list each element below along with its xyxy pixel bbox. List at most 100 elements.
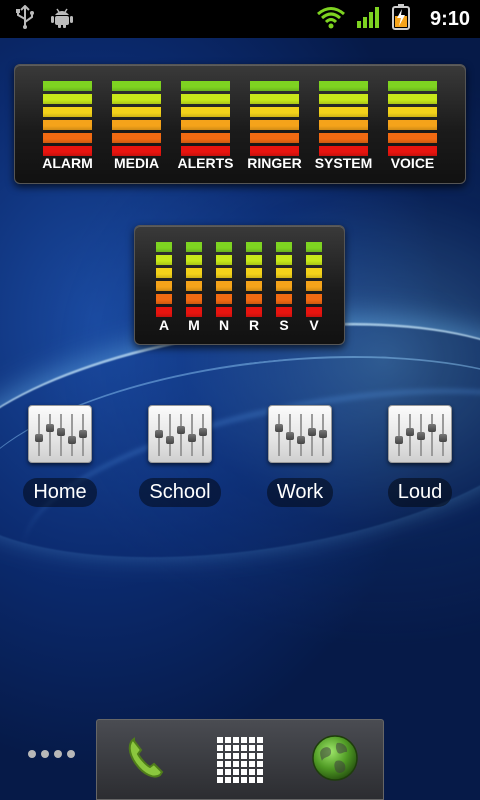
- meter-segment: [388, 94, 437, 104]
- profile-label: Work: [266, 478, 334, 507]
- meter-segment: [276, 307, 292, 317]
- profile-shortcut-work[interactable]: Work: [250, 405, 350, 515]
- meter-label: MEDIA: [113, 155, 160, 171]
- meter-label: RINGER: [247, 155, 302, 171]
- phone-icon[interactable]: [120, 733, 170, 787]
- meter-segment: [250, 120, 299, 130]
- meter-label: SYSTEM: [314, 155, 373, 171]
- meter-segment: [388, 133, 437, 143]
- meter-segment: [43, 107, 92, 117]
- volume-meter[interactable]: [112, 81, 161, 156]
- meter-label: ALARM: [42, 155, 93, 171]
- browser-globe-icon[interactable]: [310, 733, 360, 787]
- meter-segment: [186, 281, 202, 291]
- android-debug-icon: [50, 5, 74, 33]
- volume-meter[interactable]: [246, 242, 262, 317]
- meter-segment: [276, 281, 292, 291]
- meter-segment: [319, 107, 368, 117]
- status-bar: 9:10: [0, 0, 480, 38]
- wifi-icon: [316, 5, 346, 33]
- meter-segment: [276, 255, 292, 265]
- volume-widget-large[interactable]: ALARM MEDIA ALERTS RINGER SYSTEM VOICE: [14, 64, 466, 184]
- meter-segment: [216, 242, 232, 252]
- volume-meter[interactable]: [388, 81, 437, 156]
- mixer-icon[interactable]: [148, 405, 212, 463]
- volume-meter[interactable]: [156, 242, 172, 317]
- volume-meter[interactable]: [216, 242, 232, 317]
- status-time: 9:10: [429, 7, 470, 30]
- meter-segment: [319, 81, 368, 91]
- usb-icon: [14, 4, 36, 33]
- meter-segment: [306, 242, 322, 252]
- meter-segment: [388, 107, 437, 117]
- meter-segment: [216, 255, 232, 265]
- meter-segment: [250, 107, 299, 117]
- meter-segment: [112, 133, 161, 143]
- profile-label: Home: [23, 478, 97, 507]
- meter-segment: [306, 255, 322, 265]
- meter-segment: [112, 120, 161, 130]
- meter-segment: [112, 107, 161, 117]
- volume-meter[interactable]: [43, 81, 92, 156]
- volume-meter[interactable]: [181, 81, 230, 156]
- meter-segment: [246, 268, 262, 278]
- meter-segment: [319, 133, 368, 143]
- meter-segment: [306, 268, 322, 278]
- meter-segment: [181, 81, 230, 91]
- volume-meter[interactable]: [306, 242, 322, 317]
- volume-widget-small[interactable]: AMNRSV: [134, 225, 345, 345]
- meter-segment: [181, 107, 230, 117]
- meter-segment: [186, 307, 202, 317]
- meter-segment: [246, 255, 262, 265]
- meter-label: V: [309, 317, 319, 333]
- volume-meter[interactable]: [276, 242, 292, 317]
- meter-segment: [250, 133, 299, 143]
- mixer-icon[interactable]: [28, 405, 92, 463]
- meter-segment: [156, 255, 172, 265]
- volume-meter[interactable]: [250, 81, 299, 156]
- profile-label: School: [139, 478, 221, 507]
- meter-segment: [216, 281, 232, 291]
- meter-segment: [388, 120, 437, 130]
- meter-segment: [156, 268, 172, 278]
- meter-segment: [43, 120, 92, 130]
- meter-segment: [276, 268, 292, 278]
- mixer-icon[interactable]: [268, 405, 332, 463]
- meter-segment: [250, 94, 299, 104]
- app-drawer-icon[interactable]: [216, 736, 263, 783]
- meter-segment: [246, 294, 262, 304]
- meter-segment: [43, 133, 92, 143]
- mixer-icon[interactable]: [388, 405, 452, 463]
- meter-segment: [250, 81, 299, 91]
- meter-segment: [246, 281, 262, 291]
- meter-segment: [181, 94, 230, 104]
- profile-shortcut-loud[interactable]: Loud: [370, 405, 470, 515]
- meter-segment: [246, 307, 262, 317]
- meter-segment: [156, 307, 172, 317]
- more-dots-icon[interactable]: [28, 750, 75, 758]
- meter-segment: [43, 94, 92, 104]
- profile-shortcut-school[interactable]: School: [130, 405, 230, 515]
- meter-segment: [276, 242, 292, 252]
- volume-meter[interactable]: [319, 81, 368, 156]
- meter-segment: [319, 120, 368, 130]
- meter-segment: [112, 94, 161, 104]
- meter-segment: [186, 294, 202, 304]
- meter-segment: [388, 81, 437, 91]
- meter-segment: [216, 294, 232, 304]
- meter-segment: [319, 94, 368, 104]
- profile-shortcut-home[interactable]: Home: [10, 405, 110, 515]
- meter-segment: [276, 294, 292, 304]
- meter-segment: [43, 81, 92, 91]
- meter-segment: [186, 255, 202, 265]
- volume-meter[interactable]: [186, 242, 202, 317]
- meter-segment: [306, 307, 322, 317]
- meter-segment: [156, 242, 172, 252]
- meter-segment: [156, 294, 172, 304]
- meter-segment: [186, 268, 202, 278]
- meter-segment: [216, 268, 232, 278]
- battery-charging-icon: [391, 4, 410, 34]
- meter-segment: [181, 120, 230, 130]
- meter-label: ALERTS: [177, 155, 234, 171]
- meter-segment: [181, 133, 230, 143]
